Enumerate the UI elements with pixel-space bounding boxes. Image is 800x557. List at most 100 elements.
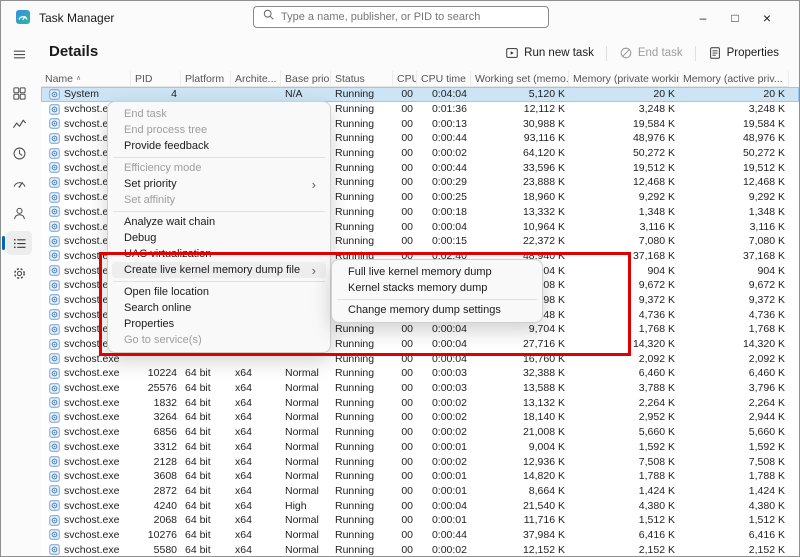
table-row[interactable]: svchost.exe424064 bitx64HighRunning000:0… bbox=[41, 498, 799, 513]
cell-base-priority: Normal bbox=[281, 543, 331, 556]
table-row[interactable]: svchost.exe331264 bitx64NormalRunning000… bbox=[41, 440, 799, 455]
table-row[interactable]: svchost.exe2557664 bitx64NormalRunning00… bbox=[41, 381, 799, 396]
cell-platform: 64 bit bbox=[181, 366, 231, 380]
sidebar-item-performance[interactable] bbox=[6, 111, 32, 135]
cell-memory-private: 14,320 K bbox=[569, 337, 679, 351]
properties-icon bbox=[708, 46, 722, 60]
process-name: svchost.exe bbox=[64, 366, 119, 380]
sidebar-item-startup-apps[interactable] bbox=[6, 171, 32, 195]
column-header-status[interactable]: Status bbox=[331, 71, 393, 86]
column-header-cpu-time[interactable]: CPU time bbox=[417, 71, 471, 86]
cell-cpu-time: 0:00:04 bbox=[417, 337, 471, 351]
process-name: svchost.exe bbox=[64, 396, 119, 410]
cell-memory-private: 9,672 K bbox=[569, 278, 679, 292]
menu-item-label: Analyze wait chain bbox=[124, 216, 316, 228]
sidebar-item-hamburger-menu[interactable] bbox=[6, 42, 32, 66]
cell-memory-active: 2,152 K bbox=[679, 543, 789, 556]
context-menu-item-search-online[interactable]: Search online bbox=[112, 300, 326, 316]
cell-cpu: 00 bbox=[393, 484, 417, 498]
cell-working-set: 13,332 K bbox=[471, 205, 569, 219]
sidebar-item-services[interactable] bbox=[6, 261, 32, 285]
cell-architecture: x64 bbox=[231, 440, 281, 454]
cell-cpu: 00 bbox=[393, 543, 417, 556]
table-row[interactable]: svchost.exe558064 bitx64NormalRunning000… bbox=[41, 542, 799, 556]
cell-cpu: 00 bbox=[393, 234, 417, 248]
table-row[interactable]: svchost.exe183264 bitx64NormalRunning000… bbox=[41, 395, 799, 410]
submenu-item-full-live-kernel-memory-dump[interactable]: Full live kernel memory dump bbox=[336, 264, 538, 280]
toolbar: Run new task End task Properties bbox=[497, 42, 787, 64]
cell-working-set: 11,716 K bbox=[471, 513, 569, 527]
cell-cpu: 00 bbox=[393, 381, 417, 395]
cell-cpu-time: 0:00:44 bbox=[417, 161, 471, 175]
run-new-task-button[interactable]: Run new task bbox=[497, 43, 602, 63]
table-row[interactable]: System4N/ARunning000:04:045,120 K20 K20 … bbox=[41, 87, 799, 102]
cell-cpu: 00 bbox=[393, 131, 417, 145]
cell-cpu-time: 0:04:04 bbox=[417, 87, 471, 101]
column-header-memory-private[interactable]: Memory (private workin... bbox=[569, 71, 679, 86]
maximize-button[interactable]: □ bbox=[719, 1, 751, 34]
cell-status: Running bbox=[331, 146, 393, 160]
cell-memory-private: 1,424 K bbox=[569, 484, 679, 498]
cell-cpu-time: 0:00:02 bbox=[417, 410, 471, 424]
table-row[interactable]: svchost.exe1027664 bitx64NormalRunning00… bbox=[41, 528, 799, 543]
properties-button[interactable]: Properties bbox=[700, 43, 787, 63]
cell-base-priority: Normal bbox=[281, 410, 331, 424]
cell-pid: 5580 bbox=[131, 543, 181, 556]
cell-cpu-time: 0:00:02 bbox=[417, 455, 471, 469]
search-box[interactable] bbox=[253, 6, 549, 28]
cell-architecture: x64 bbox=[231, 499, 281, 513]
cell-name: svchost.exe bbox=[41, 484, 131, 498]
process-icon bbox=[49, 544, 60, 555]
search-input[interactable] bbox=[281, 11, 540, 23]
column-header-base-priority[interactable]: Base prio... bbox=[281, 71, 331, 86]
context-menu-item-properties[interactable]: Properties bbox=[112, 316, 326, 332]
process-icon bbox=[49, 148, 60, 159]
context-menu-item-set-priority[interactable]: Set priority› bbox=[112, 176, 326, 192]
column-header-pid[interactable]: PID bbox=[131, 71, 181, 86]
column-header-platform[interactable]: Platform bbox=[181, 71, 231, 86]
table-row[interactable]: svchost.exe685664 bitx64NormalRunning000… bbox=[41, 425, 799, 440]
cell-status: Running bbox=[331, 513, 393, 527]
cell-architecture: x64 bbox=[231, 513, 281, 527]
minimize-button[interactable]: – bbox=[687, 1, 719, 34]
process-icon bbox=[49, 471, 60, 482]
context-menu-item-uac-virtualization[interactable]: UAC virtualization bbox=[112, 246, 326, 262]
table-row[interactable]: svchost.exe287264 bitx64NormalRunning000… bbox=[41, 484, 799, 499]
context-menu-item-debug[interactable]: Debug bbox=[112, 230, 326, 246]
process-icon bbox=[49, 294, 60, 305]
cell-memory-active: 904 K bbox=[679, 264, 789, 278]
process-icon bbox=[49, 529, 60, 540]
table-row[interactable]: svchost.exeRunning000:00:0416,760 K2,092… bbox=[41, 351, 799, 366]
column-header-working-set[interactable]: Working set (memo... bbox=[471, 71, 569, 86]
column-header-memory-active[interactable]: Memory (active priv... bbox=[679, 71, 789, 86]
sidebar-item-users[interactable] bbox=[6, 201, 32, 225]
column-header-cpu[interactable]: CPU bbox=[393, 71, 417, 86]
cell-pid: 10276 bbox=[131, 528, 181, 542]
table-row[interactable]: svchost.exe360864 bitx64NormalRunning000… bbox=[41, 469, 799, 484]
cell-architecture: x64 bbox=[231, 528, 281, 542]
column-header-architecture[interactable]: Archite... bbox=[231, 71, 281, 86]
submenu-item-change-memory-dump-settings[interactable]: Change memory dump settings bbox=[336, 302, 538, 318]
sidebar-item-app-history[interactable] bbox=[6, 141, 32, 165]
table-row[interactable]: svchost.exe326464 bitx64NormalRunning000… bbox=[41, 410, 799, 425]
context-menu-item-create-live-kernel-memory-dump-file[interactable]: Create live kernel memory dump file› bbox=[112, 262, 326, 278]
submenu-item-kernel-stacks-memory-dump[interactable]: Kernel stacks memory dump bbox=[336, 280, 538, 296]
sidebar-item-processes[interactable] bbox=[6, 81, 32, 105]
cell-memory-active: 6,460 K bbox=[679, 366, 789, 380]
cell-base-priority: Normal bbox=[281, 513, 331, 527]
context-menu-item-analyze-wait-chain[interactable]: Analyze wait chain bbox=[112, 214, 326, 230]
column-header-name[interactable]: Name∧ bbox=[41, 71, 131, 86]
cell-memory-active: 7,508 K bbox=[679, 455, 789, 469]
context-menu-item-open-file-location[interactable]: Open file location bbox=[112, 284, 326, 300]
table-row[interactable]: svchost.exe212864 bitx64NormalRunning000… bbox=[41, 454, 799, 469]
table-row[interactable]: svchost.exe1022464 bitx64NormalRunning00… bbox=[41, 366, 799, 381]
sidebar-item-details[interactable] bbox=[6, 231, 32, 255]
cell-working-set: 21,540 K bbox=[471, 499, 569, 513]
context-menu-item-provide-feedback[interactable]: Provide feedback bbox=[112, 138, 326, 154]
close-button[interactable]: × bbox=[751, 1, 783, 34]
cell-name: svchost.exe bbox=[41, 543, 131, 556]
cell-base-priority: Normal bbox=[281, 425, 331, 439]
table-row[interactable]: svchost.exe206864 bitx64NormalRunning000… bbox=[41, 513, 799, 528]
cell-cpu: 00 bbox=[393, 102, 417, 116]
cell-memory-active: 1,592 K bbox=[679, 440, 789, 454]
